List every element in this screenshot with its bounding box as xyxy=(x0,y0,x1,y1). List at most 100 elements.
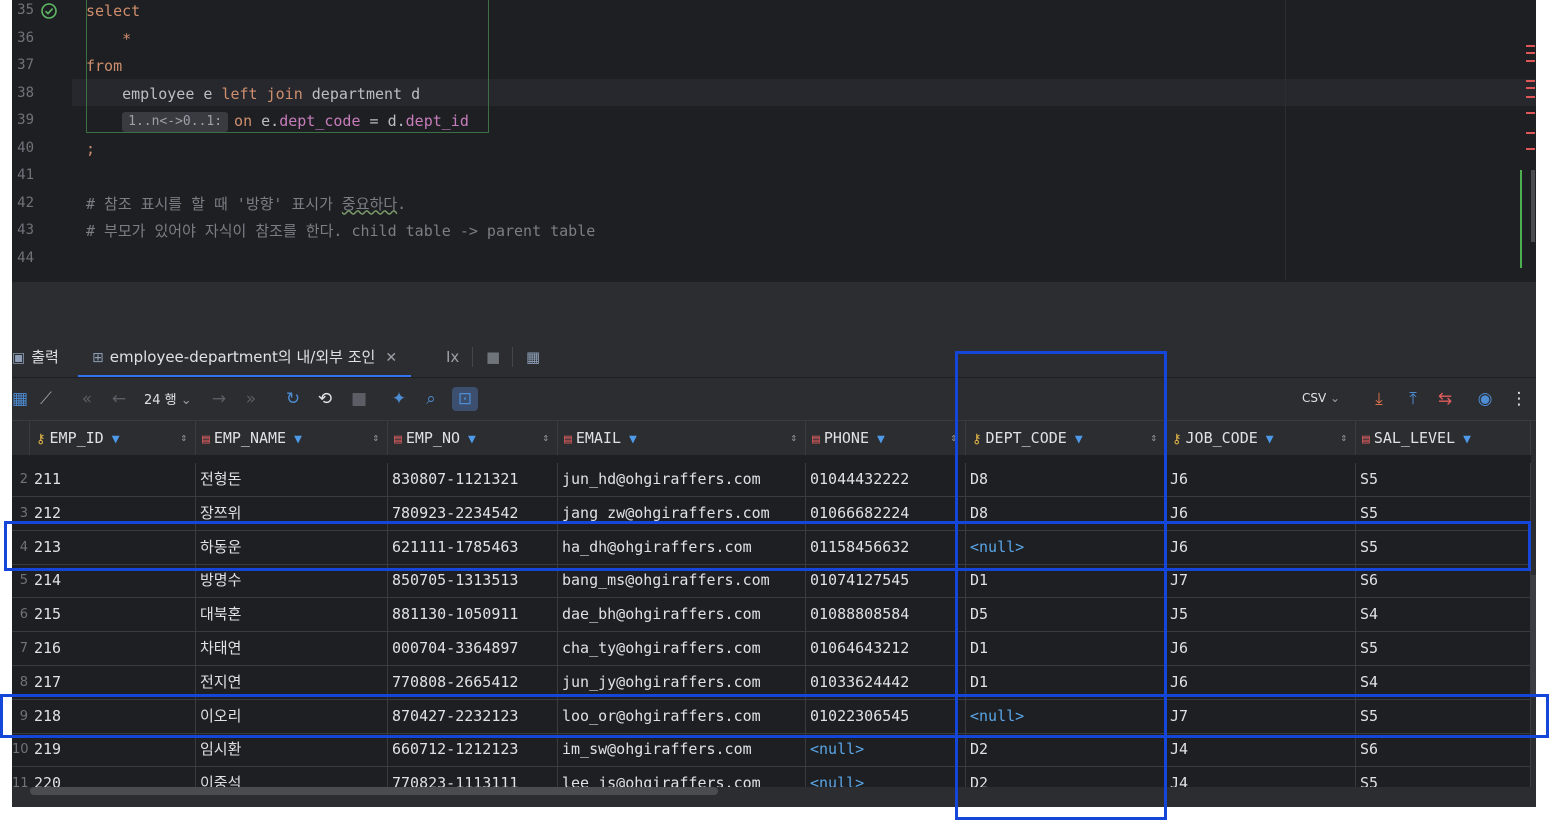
download-icon[interactable]: ⤓ xyxy=(1368,387,1390,411)
error-stripe-mark[interactable] xyxy=(1526,132,1535,134)
error-stripe-mark[interactable] xyxy=(1526,80,1535,82)
eye-icon[interactable]: ◉ xyxy=(1474,387,1496,411)
filter-icon[interactable]: ▼ xyxy=(468,432,476,447)
column-header-email[interactable]: ▤ EMAIL ▼ ⇕ xyxy=(558,421,806,455)
sort-icon[interactable]: ⇕ xyxy=(180,421,187,455)
table-row[interactable]: 7 216 차태연 000704-3364897 cha_ty@ohgiraffers.… xyxy=(12,632,1531,666)
cell-emp-no[interactable]: 660712-1212123 xyxy=(388,733,558,767)
search-icon[interactable]: ⌕ xyxy=(420,387,442,411)
cell-phone[interactable]: <null> xyxy=(806,767,966,787)
code-line[interactable]: # 부모가 있어야 자식이 참조를 한다. child table -> par… xyxy=(86,220,595,247)
editor-scrollbar-thumb[interactable] xyxy=(1531,170,1535,242)
cell-job-code[interactable]: J6 xyxy=(1166,632,1356,665)
cell-phone[interactable]: <null> xyxy=(806,733,966,767)
cell-emp-id[interactable]: 219 xyxy=(30,733,196,767)
code-line[interactable]: 1..n<->0..1: on e.dept_code = d.dept_id xyxy=(86,110,469,137)
stop-icon[interactable]: ■ xyxy=(486,337,500,377)
column-header-emp-name[interactable]: ▤ EMP_NAME ▼ ⇕ xyxy=(196,421,388,455)
cell-emp-name[interactable]: 대북혼 xyxy=(196,598,388,632)
cell-emp-no[interactable]: 881130-1050911 xyxy=(388,598,558,632)
cell-emp-id[interactable]: 220 xyxy=(30,767,196,787)
cell-emp-no[interactable]: 000704-3364897 xyxy=(388,632,558,665)
cell-emp-name[interactable]: 임시환 xyxy=(196,733,388,767)
cell-sal-level[interactable]: S5 xyxy=(1356,463,1531,496)
grid-horizontal-scroll-thumb[interactable] xyxy=(30,787,718,795)
first-page-icon[interactable]: « xyxy=(76,387,98,411)
history-icon[interactable]: ⟲ xyxy=(314,387,336,411)
filter-icon[interactable]: ▼ xyxy=(1463,432,1471,447)
cell-emp-no[interactable]: 770823-1113111 xyxy=(388,767,558,787)
compare-icon[interactable]: ⇆ xyxy=(1434,387,1456,411)
cell-emp-id[interactable]: 211 xyxy=(30,463,196,496)
tab-output[interactable]: ▣ 출력 xyxy=(12,337,59,377)
cell-phone[interactable]: 01088808584 xyxy=(806,598,966,632)
code-line[interactable]: # 참조 표시를 할 때 '방향' 표시가 중요하다. xyxy=(86,193,406,220)
grid-view-icon[interactable]: ▦ xyxy=(12,387,28,411)
chart-view-icon[interactable]: ⟋ xyxy=(34,387,58,411)
cell-emp-id[interactable]: 216 xyxy=(30,632,196,665)
column-header-job-code[interactable]: ⚷ JOB_CODE ▼ ⇕ xyxy=(1166,421,1356,455)
grid-vertical-scroll-thumb[interactable] xyxy=(1531,575,1536,695)
cell-job-code[interactable]: J5 xyxy=(1166,598,1356,632)
next-page-icon[interactable]: → xyxy=(208,387,230,411)
column-header-emp-id[interactable]: ⚷ EMP_ID ▼ ⇕ xyxy=(30,421,196,455)
column-header-phone[interactable]: ▤ PHONE ▼ ⇕ xyxy=(806,421,966,455)
cell-email[interactable]: lee_js@ohgiraffers.com xyxy=(558,767,806,787)
panel-splitter[interactable] xyxy=(12,281,1536,338)
sql-editor[interactable]: 35 36 37 38 39 40 41 42 43 44 select * from employ… xyxy=(12,0,1536,281)
cell-sal-level[interactable]: S5 xyxy=(1356,632,1531,665)
code-line[interactable]: * xyxy=(86,28,131,55)
code-line[interactable]: employee e left join department d xyxy=(86,83,420,110)
error-stripe-mark[interactable] xyxy=(1526,112,1535,114)
sort-icon[interactable]: ⇕ xyxy=(1340,421,1347,455)
column-header-emp-no[interactable]: ▤ EMP_NO ▼ ⇕ xyxy=(388,421,558,455)
close-icon[interactable]: ✕ xyxy=(385,350,397,366)
tab-result[interactable]: ⊞ employee-department의 내/외부 조인 ✕ xyxy=(78,337,412,377)
filter-panel-icon[interactable]: ⊡ xyxy=(452,387,478,411)
upload-icon[interactable]: ⤒ xyxy=(1402,387,1424,411)
code-line[interactable]: select xyxy=(86,0,140,27)
table-row[interactable]: 10 219 임시환 660712-1212123 im_sw@ohgiraffers.… xyxy=(12,733,1531,768)
export-format-selector[interactable]: CSV ⌄ xyxy=(1302,391,1340,405)
filter-icon[interactable]: ▼ xyxy=(1266,432,1274,447)
cell-emp-name[interactable]: 전형돈 xyxy=(196,463,388,496)
cell-phone[interactable]: 01064643212 xyxy=(806,632,966,665)
table-row[interactable]: 11 220 이중석 770823-1113111 lee_js@ohgiraffers… xyxy=(12,767,1531,787)
cell-emp-no[interactable]: 830807-1121321 xyxy=(388,463,558,496)
tab-fx[interactable]: Ix xyxy=(446,337,459,377)
table-row[interactable]: 2 211 전형돈 830807-1121321 jun_hd@ohgiraffers.… xyxy=(12,463,1531,497)
sort-icon[interactable]: ⇕ xyxy=(790,421,797,455)
code-line[interactable]: ; xyxy=(86,138,95,165)
cell-job-code[interactable]: J4 xyxy=(1166,767,1356,787)
cell-emp-name[interactable]: 이중석 xyxy=(196,767,388,787)
sort-icon[interactable]: ⇕ xyxy=(372,421,379,455)
error-stripe-mark[interactable] xyxy=(1526,60,1535,62)
code-line[interactable]: from xyxy=(86,55,122,82)
layout-icon[interactable]: ▦ xyxy=(526,337,540,377)
cell-email[interactable]: jun_hd@ohgiraffers.com xyxy=(558,463,806,496)
error-stripe-mark[interactable] xyxy=(1526,148,1535,150)
prev-page-icon[interactable]: ← xyxy=(108,387,130,411)
cell-email[interactable]: dae_bh@ohgiraffers.com xyxy=(558,598,806,632)
cell-sal-level[interactable]: S4 xyxy=(1356,598,1531,632)
refresh-icon[interactable]: ↻ xyxy=(282,387,304,411)
error-stripe-mark[interactable] xyxy=(1526,45,1535,47)
stop-query-icon[interactable]: ■ xyxy=(348,387,370,411)
table-row[interactable]: 6 215 대북혼 881130-1050911 dae_bh@ohgiraffers.… xyxy=(12,598,1531,633)
cell-job-code[interactable]: J4 xyxy=(1166,733,1356,767)
error-stripe-mark[interactable] xyxy=(1526,87,1535,89)
filter-icon[interactable]: ▼ xyxy=(629,432,637,447)
cell-email[interactable]: im_sw@ohgiraffers.com xyxy=(558,733,806,767)
cell-email[interactable]: cha_ty@ohgiraffers.com xyxy=(558,632,806,665)
cell-sal-level[interactable]: S6 xyxy=(1356,733,1531,767)
filter-icon[interactable]: ▼ xyxy=(877,432,885,447)
pin-icon[interactable]: ✦ xyxy=(388,387,410,411)
error-stripe-mark[interactable] xyxy=(1526,52,1535,54)
cell-phone[interactable]: 01044432222 xyxy=(806,463,966,496)
check-circle-icon[interactable] xyxy=(40,2,58,20)
error-stripe-mark[interactable] xyxy=(1526,96,1535,98)
rows-count-selector[interactable]: 24 행 ⌄ xyxy=(144,389,192,408)
cell-emp-id[interactable]: 215 xyxy=(30,598,196,632)
more-options-icon[interactable]: ⋮ xyxy=(1508,387,1530,411)
cell-sal-level[interactable]: S5 xyxy=(1356,767,1531,787)
